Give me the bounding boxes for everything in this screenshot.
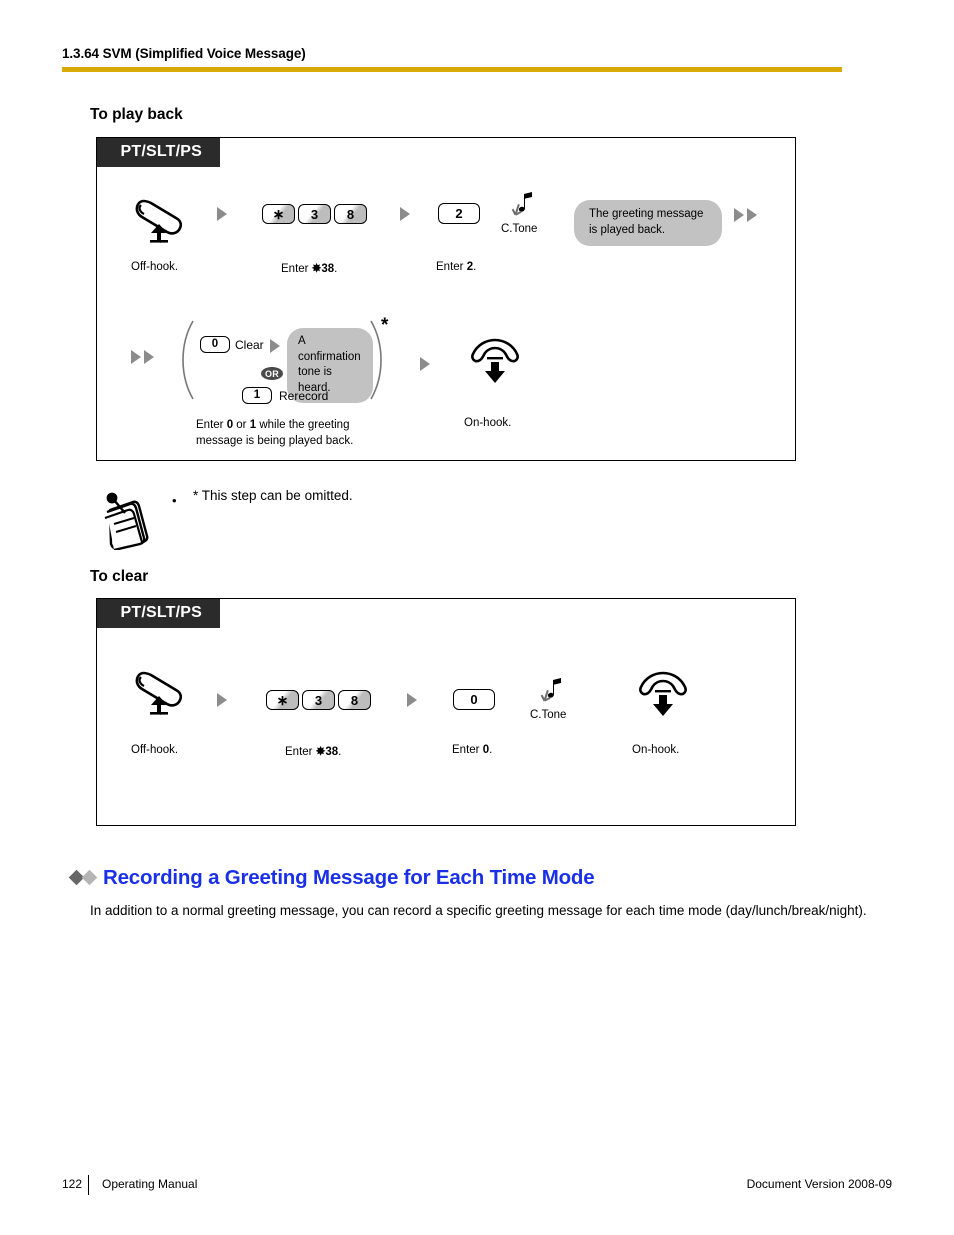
caption-onhook-1: On-hook. (464, 417, 512, 429)
key-3[interactable]: 3 (298, 204, 331, 224)
music-note-icon (508, 188, 538, 227)
bubble-line-2: is played back. (589, 223, 666, 236)
caption-onhook-2: On-hook. (632, 744, 680, 756)
caption-prefix: Enter (436, 261, 467, 273)
keypad-group-2: 2 (438, 203, 480, 224)
caption-enter-star38-2: Enter ✸38. (285, 744, 341, 758)
page-footer: 122 Operating Manual Document Version 20… (62, 1175, 892, 1197)
page-header-title: 1.3.64 SVM (Simplified Voice Message) (62, 46, 306, 61)
handset-onhook-icon (467, 336, 523, 393)
caption-offhook-1: Off-hook. (131, 261, 179, 273)
caption-enter-0-or-1-line2: message is being played back. (196, 435, 354, 447)
label-ctone-2: C.Tone (530, 709, 567, 721)
key-2[interactable]: 2 (438, 203, 480, 224)
keypad-group-star38-2: ∗ 3 8 (266, 690, 371, 710)
section-title-to-clear: To clear (90, 568, 149, 585)
handset-offhook-icon (131, 193, 187, 250)
note-bullet: • (172, 493, 177, 508)
group-bracket-left (181, 319, 195, 401)
procedure-box-play-back: PT/SLT/PS Off-hook. ∗ 3 8 Enter ✸38. 2 E… (96, 137, 796, 461)
caption-seg-a: Enter (196, 419, 227, 431)
body-paragraph: In addition to a normal greeting message… (90, 903, 867, 918)
key-0[interactable]: 0 (200, 336, 230, 353)
page-header: 1.3.64 SVM (Simplified Voice Message) (62, 46, 842, 72)
caption-enter-0: Enter 0. (452, 744, 492, 756)
flow-arrow-5 (217, 693, 227, 707)
bubble-greeting-played: The greeting message is played back. (574, 200, 722, 247)
feature-heading: Recording a Greeting Message for Each Ti… (103, 866, 595, 889)
keypad-group-0: 0 (453, 689, 495, 710)
flow-arrow-continue-a (734, 208, 744, 222)
caption-suffix: . (489, 744, 493, 756)
label-rerecord: Rerecord (279, 389, 329, 403)
flow-arrow-1 (217, 207, 227, 221)
flow-arrow-resume-b (144, 350, 154, 364)
footnote-asterisk-marker: * (381, 315, 389, 336)
bubble-line-1: A confirmation (298, 335, 361, 363)
flow-arrow-4 (420, 357, 430, 371)
caption-suffix: . (473, 261, 477, 273)
procedure-box-to-clear: PT/SLT/PS Off-hook. ∗ 3 8 Enter ✸38. 0 E… (96, 598, 796, 826)
keypad-group-1-rerecord: 1 (242, 387, 272, 404)
label-ctone-1: C.Tone (501, 223, 538, 235)
keypad-group-star38-1: ∗ 3 8 (262, 204, 367, 224)
diamond-bullet-light-icon (81, 869, 98, 886)
caption-enter-2: Enter 2. (436, 261, 476, 273)
caption-prefix: Enter (452, 744, 483, 756)
bubble-line-1: The greeting message (589, 208, 704, 220)
caption-suffix: . (334, 263, 338, 275)
handset-onhook-icon (635, 669, 691, 726)
page-header-rule (62, 67, 842, 72)
flow-arrow-3 (270, 339, 280, 353)
section-title-play-back: To play back (90, 106, 183, 123)
flow-arrow-resume-a (131, 350, 141, 364)
caption-suffix: . (338, 746, 342, 758)
caption-offhook-2: Off-hook. (131, 744, 179, 756)
caption-prefix: Enter (285, 746, 316, 758)
key-8[interactable]: 8 (338, 690, 371, 710)
key-asterisk[interactable]: ∗ (262, 204, 295, 224)
footer-divider (88, 1175, 89, 1195)
or-badge: OR (261, 367, 283, 380)
key-8[interactable]: 8 (334, 204, 367, 224)
caption-code: ✸38 (311, 263, 335, 275)
caption-code: ✸38 (315, 746, 339, 758)
key-3[interactable]: 3 (302, 690, 335, 710)
flow-arrow-6 (407, 693, 417, 707)
key-1[interactable]: 1 (242, 387, 272, 404)
flow-arrow-continue-b (747, 208, 757, 222)
music-note-icon (537, 674, 567, 713)
note-text: * This step can be omitted. (193, 488, 353, 503)
caption-prefix: Enter (281, 263, 312, 275)
caption-seg-e: while the greeting (256, 419, 350, 431)
key-asterisk[interactable]: ∗ (266, 690, 299, 710)
caption-enter-0-or-1-line1: Enter 0 or 1 while the greeting (196, 419, 349, 431)
label-clear: Clear (235, 338, 264, 352)
footer-document-version: Document Version 2008-09 (746, 1177, 892, 1191)
caption-enter-star38-1: Enter ✸38. (281, 261, 337, 275)
handset-offhook-icon (131, 665, 187, 722)
device-tab-play-back: PT/SLT/PS (96, 137, 221, 167)
key-0[interactable]: 0 (453, 689, 495, 710)
footer-manual-label: Operating Manual (102, 1177, 198, 1191)
device-tab-to-clear: PT/SLT/PS (96, 598, 221, 628)
notepad-icon (99, 492, 155, 555)
keypad-group-0-clear: 0 (200, 336, 230, 353)
caption-seg-c: or (233, 419, 250, 431)
footer-page-number: 122 (62, 1177, 83, 1191)
flow-arrow-2 (400, 207, 410, 221)
